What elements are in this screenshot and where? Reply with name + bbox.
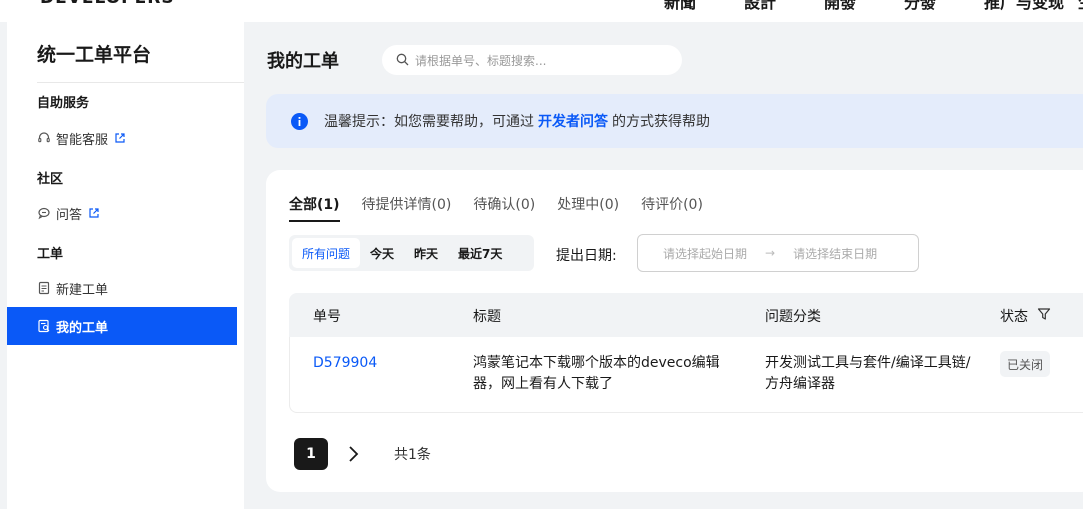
date-range-picker[interactable]: 请选择起始日期 → 请选择结束日期	[637, 234, 919, 272]
sidebar-item-label: 新建工单	[56, 282, 109, 298]
end-date-input[interactable]: 请选择结束日期	[793, 245, 877, 262]
ticket-list-card: 全部(1) 待提供详情(0) 待确认(0) 处理中(0) 待评价(0) 所有问题…	[266, 170, 1083, 492]
external-link-icon	[114, 132, 126, 144]
table-header: 单号 标题 问题分类 状态	[289, 293, 1083, 337]
document-icon	[37, 281, 51, 295]
sidebar: 统一工单平台 自助服务 智能客服 社区 问答 工单 新建工单 我的工单	[7, 22, 244, 509]
brand-logo-text[interactable]: DEVELOPERS	[40, 0, 175, 8]
status-tabs: 全部(1) 待提供详情(0) 待确认(0) 处理中(0) 待评价(0)	[289, 194, 725, 222]
filter-yesterday[interactable]: 昨天	[404, 238, 448, 268]
sidebar-section-community: 社区	[37, 172, 64, 187]
top-nav: 新聞 設計 開發 分發 推广与变现 生态	[664, 0, 1083, 13]
filter-today[interactable]: 今天	[360, 238, 404, 268]
notice-text-prefix: 温馨提示：如您需要帮助，可通过	[324, 114, 534, 130]
tab-pending-confirm[interactable]: 待确认(0)	[473, 194, 535, 222]
time-filter-group: 所有问题 今天 昨天 最近7天	[289, 235, 534, 271]
sidebar-item-new-ticket[interactable]: 新建工单	[7, 269, 237, 307]
start-date-input[interactable]: 请选择起始日期	[663, 245, 747, 262]
status-badge: 已关闭	[1000, 351, 1051, 377]
pagination: 1 共1条	[294, 438, 431, 470]
document-search-icon	[37, 319, 51, 333]
ticket-id-link[interactable]: D579904	[313, 355, 377, 371]
top-nav-item[interactable]: 新聞	[664, 0, 744, 13]
pagination-total: 共1条	[394, 447, 431, 463]
filter-icon[interactable]	[1037, 307, 1051, 325]
sidebar-divider	[37, 82, 244, 83]
external-link-icon	[88, 207, 100, 219]
sidebar-section-tickets: 工单	[37, 247, 64, 262]
sidebar-item-qa[interactable]: 问答	[7, 194, 237, 232]
search-placeholder: 请根据单号、标题搜索...	[415, 53, 547, 68]
headset-icon	[37, 131, 51, 145]
tab-pending-details[interactable]: 待提供详情(0)	[362, 194, 452, 222]
date-filter-label: 提出日期:	[556, 248, 617, 264]
top-navigation-bar: DEVELOPERS 新聞 設計 開發 分發 推广与变现 生态	[0, 0, 1083, 22]
chevron-right-icon[interactable]	[338, 439, 368, 469]
notice-text-suffix: 的方式获得帮助	[612, 114, 710, 130]
column-header-status: 状态	[1000, 309, 1028, 325]
column-header-id: 单号	[313, 309, 341, 325]
filter-last-7-days[interactable]: 最近7天	[448, 238, 512, 268]
tab-all[interactable]: 全部(1)	[289, 194, 340, 222]
top-nav-item[interactable]: 生态	[1078, 0, 1083, 13]
column-header-category: 问题分类	[765, 309, 821, 325]
sidebar-item-smart-support[interactable]: 智能客服	[7, 119, 237, 157]
developer-qa-link[interactable]: 开发者问答	[538, 111, 608, 131]
top-nav-item[interactable]: 分發	[904, 0, 984, 13]
table-row[interactable]: D579904 鸿蒙笔记本下载哪个版本的deveco编辑器，网上看有人下载了 开…	[289, 337, 1083, 413]
sidebar-item-label: 智能客服	[56, 132, 109, 148]
ticket-title: 鸿蒙笔记本下载哪个版本的deveco编辑器，网上看有人下载了	[473, 355, 720, 392]
sidebar-item-label: 问答	[56, 207, 83, 223]
page-title: 我的工单	[267, 51, 339, 72]
column-header-title: 标题	[473, 309, 501, 325]
filter-all-issues[interactable]: 所有问题	[292, 238, 361, 268]
top-nav-item[interactable]: 推广与变现	[984, 0, 1078, 13]
search-input[interactable]: 请根据单号、标题搜索...	[382, 45, 682, 75]
sidebar-section-self-service: 自助服务	[37, 96, 90, 111]
info-icon	[291, 112, 308, 130]
sidebar-title: 统一工单平台	[37, 44, 152, 66]
date-range-arrow: →	[765, 246, 776, 260]
search-icon	[396, 51, 409, 70]
tab-processing[interactable]: 处理中(0)	[557, 194, 619, 222]
sidebar-item-label: 我的工单	[56, 320, 109, 336]
ticket-category: 开发测试工具与套件/编译工具链/方舟编译器	[765, 355, 971, 392]
page-button-current[interactable]: 1	[294, 438, 328, 470]
sidebar-item-my-tickets[interactable]: 我的工单	[7, 307, 237, 345]
top-nav-item[interactable]: 開發	[824, 0, 904, 13]
top-nav-item[interactable]: 設計	[744, 0, 824, 13]
tab-pending-review[interactable]: 待评价(0)	[641, 194, 703, 222]
notice-banner: 温馨提示：如您需要帮助，可通过 开发者问答 的方式获得帮助	[266, 94, 1083, 148]
chat-icon	[37, 206, 51, 220]
